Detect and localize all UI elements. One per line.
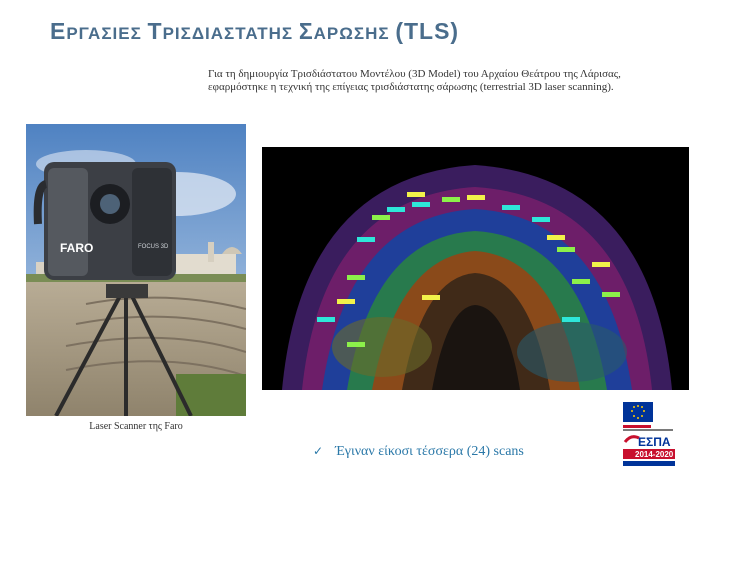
espa-logo-icon: ΕΣΠΑ 2014-2020 bbox=[623, 435, 675, 466]
eu-flag-icon bbox=[623, 402, 653, 422]
scanner-model-text: FOCUS 3D bbox=[138, 244, 169, 250]
espa-text: ΕΣΠΑ bbox=[638, 435, 671, 449]
intro-paragraph: Για τη δημιουργία Τρισδιάστατου Μοντέλου… bbox=[208, 68, 621, 93]
check-icon: ✓ bbox=[313, 444, 324, 458]
scanner-brand-text: FARO bbox=[60, 241, 93, 255]
scanner-photo: FARO FOCUS 3D bbox=[26, 124, 246, 416]
page-title: ΕΡΓΑΣΙΕΣ ΤΡΙΣΔΙΑΣΤΑΤΗΣ ΣΑΡΩΣΗΣ (TLS) bbox=[50, 18, 460, 44]
bullet-text: Έγιναν είκοσι τέσσερα (24) scans bbox=[335, 444, 524, 459]
bullet-item: ✓ Έγιναν είκοσι τέσσερα (24) scans bbox=[313, 444, 524, 460]
funding-logos: ΕΣΠΑ 2014-2020 bbox=[621, 402, 677, 472]
photo-caption: Laser Scanner της Faro bbox=[89, 421, 183, 432]
espa-years: 2014-2020 bbox=[635, 450, 674, 459]
point-cloud-image bbox=[262, 147, 689, 390]
